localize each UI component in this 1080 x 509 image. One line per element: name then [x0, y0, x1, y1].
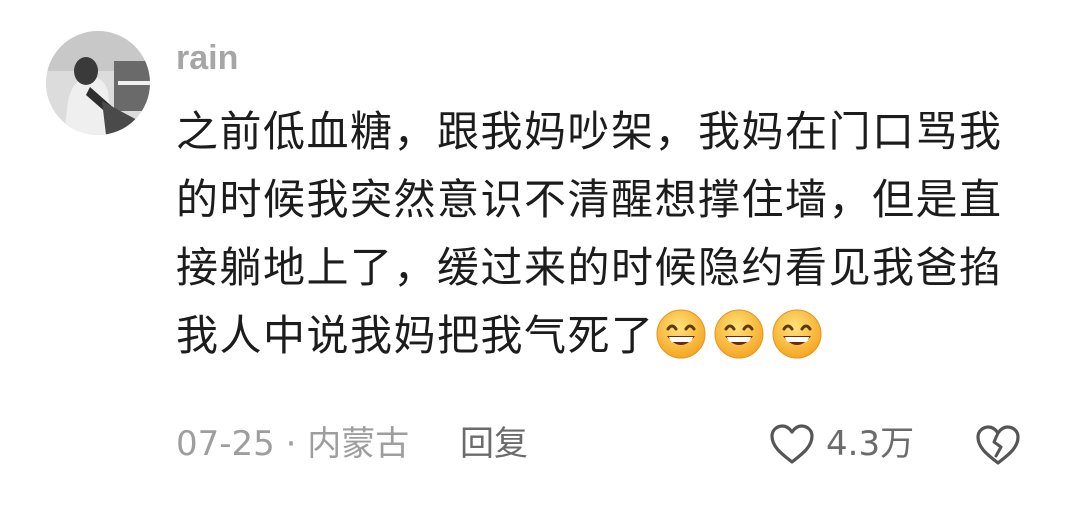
comment-line: 之前低血糖，跟我妈吵架，我妈在门口骂我	[176, 107, 1003, 156]
comment-meta: 07-25 · 内蒙古	[176, 422, 409, 466]
grinning-face-emoji	[656, 309, 706, 359]
like-count: 4.3万	[826, 424, 915, 464]
avatar-photo	[46, 31, 150, 135]
comment-date: 07-25	[176, 424, 275, 464]
comment-text: 之前低血糖，跟我妈吵架，我妈在门口骂我 的时候我突然意识不清醒想撑住墙，但是直 接躺…	[176, 98, 1016, 370]
grinning-face-emoji	[772, 309, 822, 359]
meta-separator: ·	[285, 424, 297, 464]
comment-line: 接躺地上了，缓过来的时候隐约看见我爸掐	[176, 243, 1003, 292]
grinning-face-emoji	[714, 309, 764, 359]
reply-button[interactable]: 回复	[460, 422, 528, 466]
avatar[interactable]	[46, 31, 150, 135]
comment-line: 的时候我突然意识不清醒想撑住墙，但是直	[176, 175, 1003, 224]
comment-line: 我人中说我妈把我气死了	[176, 311, 655, 360]
heart-outline-icon[interactable]	[768, 422, 816, 466]
comment-location: 内蒙古	[307, 424, 410, 464]
like-button[interactable]: 4.3万	[768, 420, 914, 468]
username[interactable]: rain	[176, 38, 238, 78]
broken-heart-icon[interactable]	[974, 420, 1022, 468]
dislike-button[interactable]	[974, 420, 1022, 468]
